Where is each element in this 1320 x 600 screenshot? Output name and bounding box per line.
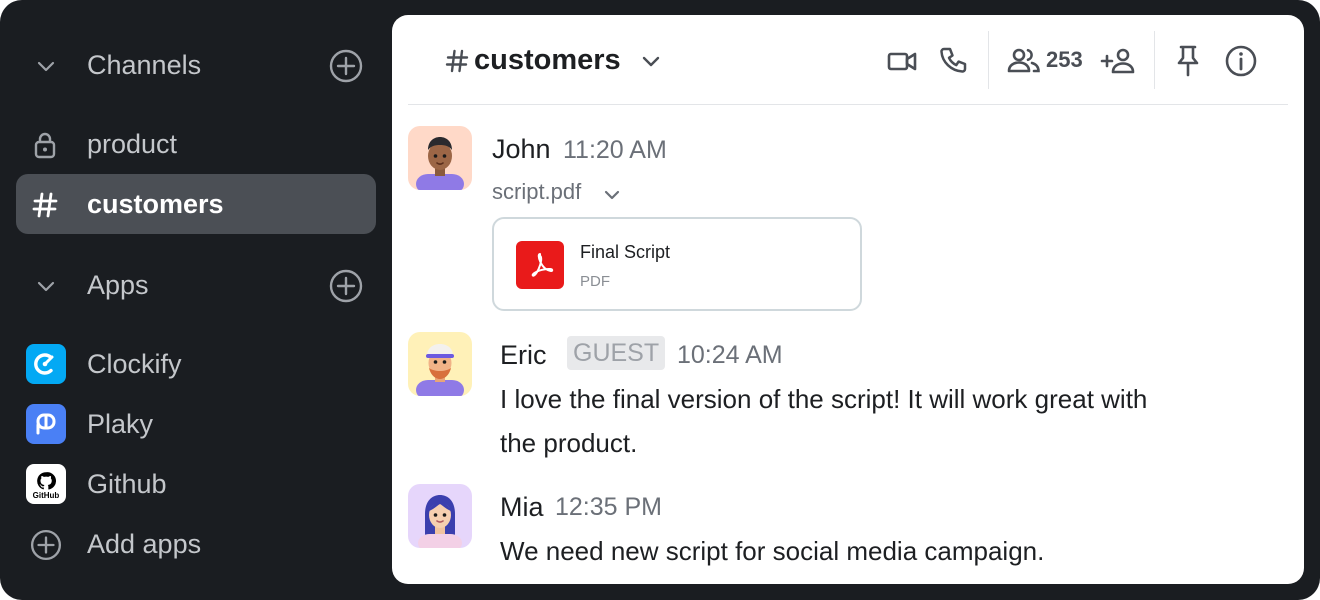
guest-badge: GUEST	[567, 336, 666, 370]
member-count[interactable]: 253	[1046, 47, 1083, 73]
info-icon[interactable]	[1224, 43, 1258, 79]
avatar[interactable]	[408, 332, 472, 396]
clockify-icon	[26, 344, 66, 384]
video-call-icon[interactable]	[886, 43, 918, 79]
app-window: Channels product customers Apps Clockify…	[0, 0, 1320, 600]
header-divider	[1154, 31, 1155, 89]
chevron-down-icon[interactable]	[640, 50, 662, 72]
plaky-icon	[26, 404, 66, 444]
sidebar-item-label: product	[87, 129, 178, 159]
sidebar: Channels product customers Apps Clockify…	[0, 0, 392, 600]
attachment-title: Final Script	[580, 242, 671, 262]
chevron-down-icon[interactable]	[602, 185, 622, 205]
channels-section-header[interactable]: Channels	[16, 34, 376, 94]
sidebar-item-label: Clockify	[87, 349, 182, 379]
message-text: We need new script for social media camp…	[500, 536, 1045, 566]
avatar[interactable]	[408, 126, 472, 190]
attachment-card[interactable]: Final Script PDF	[492, 217, 862, 311]
channel-title[interactable]: customers	[474, 44, 621, 76]
add-channel-button[interactable]	[328, 48, 364, 84]
apps-label: Apps	[87, 270, 149, 300]
attachment-type: PDF	[580, 273, 610, 290]
apps-section-header[interactable]: Apps	[16, 254, 376, 314]
pdf-file-icon	[516, 241, 564, 289]
chevron-down-icon[interactable]	[34, 54, 58, 78]
header-divider	[988, 31, 989, 89]
add-app-button[interactable]	[328, 268, 364, 304]
add-apps-button[interactable]: Add apps	[16, 514, 376, 574]
pin-icon[interactable]	[1172, 43, 1204, 79]
phone-call-icon[interactable]	[938, 43, 970, 79]
message-text-line-1: I love the final version of the script! …	[500, 384, 1148, 414]
sidebar-item-label: customers	[87, 189, 224, 219]
sidebar-item-label: Github	[87, 469, 167, 499]
message-author[interactable]: Mia	[500, 492, 544, 522]
hash-icon	[445, 49, 469, 73]
message-author[interactable]: Eric	[500, 340, 547, 370]
add-member-icon[interactable]	[1100, 43, 1136, 79]
message-text-line-2: the product.	[500, 428, 638, 458]
lock-icon	[34, 132, 56, 159]
sidebar-item-label: Plaky	[87, 409, 154, 439]
attachment-filename[interactable]: script.pdf	[492, 179, 581, 205]
chat-panel: customers 253 John 11:20 AM script.pdf F…	[392, 15, 1304, 584]
add-apps-label: Add apps	[87, 529, 202, 559]
sidebar-item-clockify[interactable]: Clockify	[16, 334, 376, 394]
hash-icon	[32, 192, 58, 218]
sidebar-item-plaky[interactable]: Plaky	[16, 394, 376, 454]
channel-header: customers 253	[408, 15, 1288, 105]
github-icon: GitHub	[26, 464, 66, 504]
message-author[interactable]: John	[492, 134, 551, 164]
sidebar-item-github[interactable]: GitHub Github	[16, 454, 376, 514]
plus-circle-icon	[30, 529, 62, 561]
channels-label: Channels	[87, 50, 202, 80]
message-timestamp[interactable]: 10:24 AM	[677, 340, 783, 370]
message-timestamp[interactable]: 11:20 AM	[563, 135, 667, 165]
chevron-down-icon[interactable]	[34, 274, 58, 298]
avatar[interactable]	[408, 484, 472, 548]
github-badge-text: GitHub	[32, 490, 60, 500]
message-timestamp[interactable]: 12:35 PM	[555, 492, 662, 522]
sidebar-item-customers[interactable]: customers	[16, 174, 376, 234]
members-icon[interactable]	[1006, 43, 1042, 79]
sidebar-item-product[interactable]: product	[16, 114, 376, 174]
